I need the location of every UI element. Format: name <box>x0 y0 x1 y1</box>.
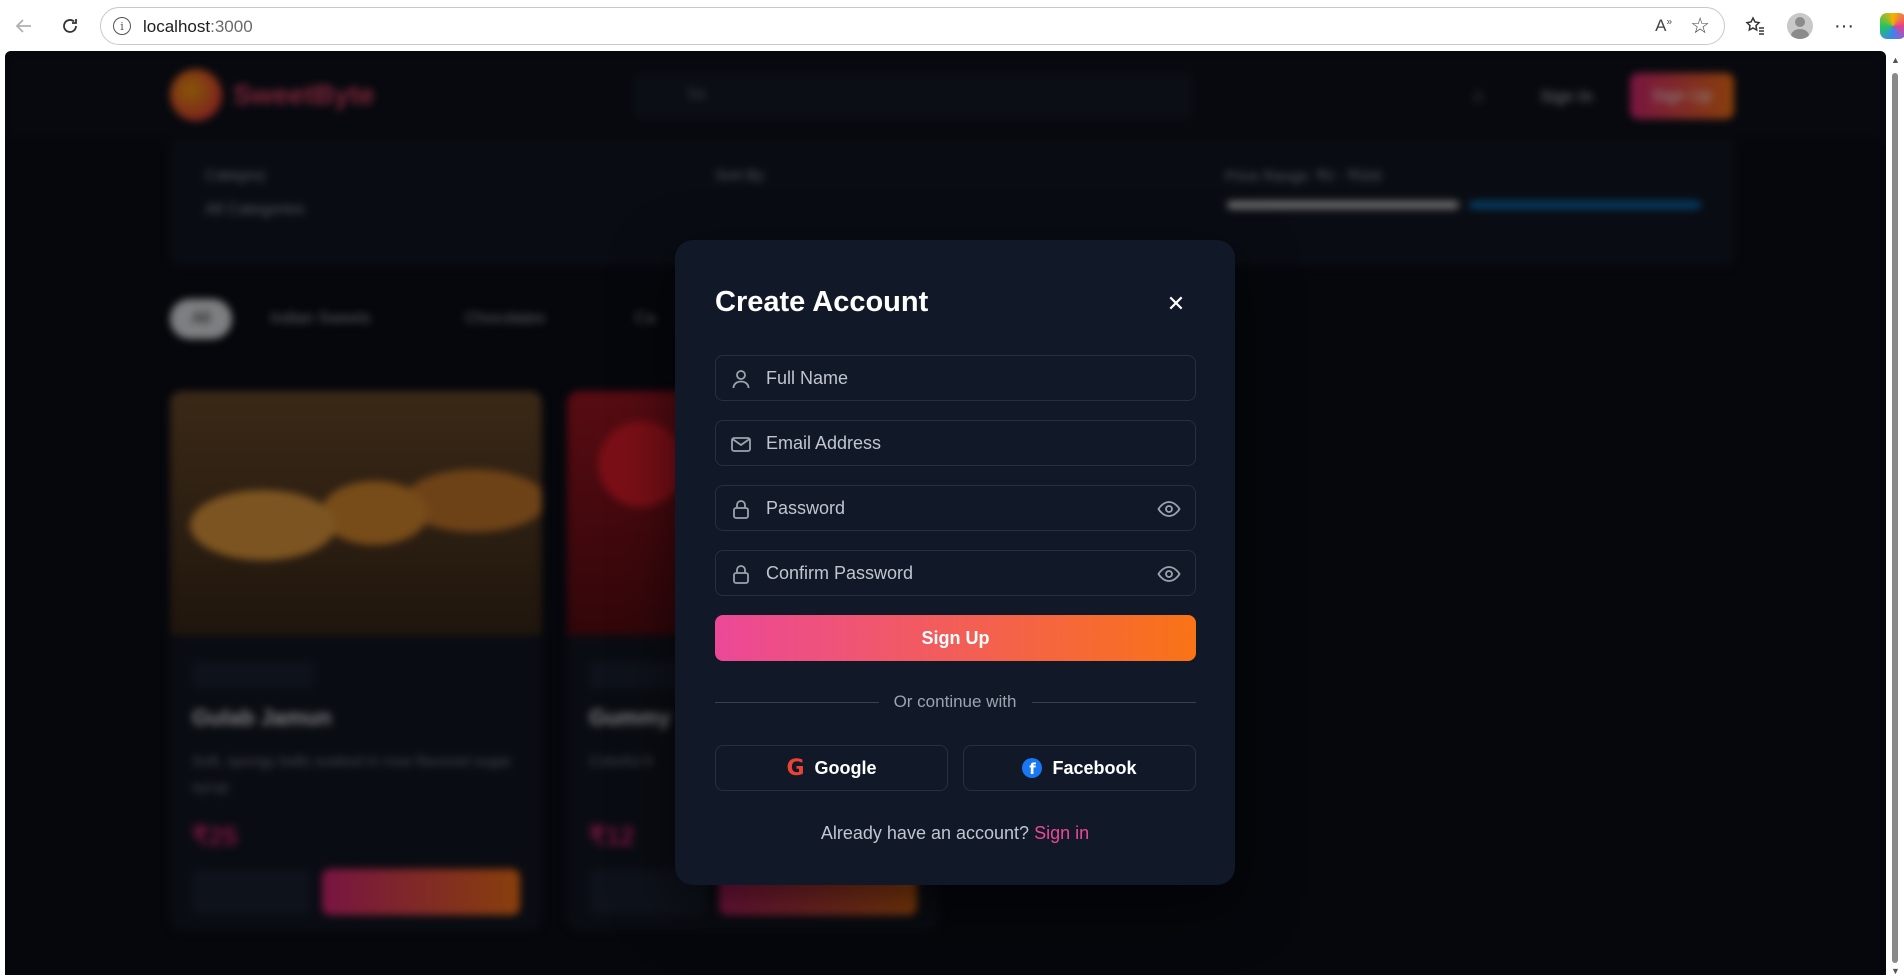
modal-title: Create Account <box>715 286 929 318</box>
favorites-icon[interactable] <box>1738 9 1772 43</box>
password-input[interactable] <box>716 486 1195 530</box>
signin-link[interactable]: Sign in <box>1034 823 1089 843</box>
more-menu-icon[interactable]: ··· <box>1827 9 1861 43</box>
page-viewport: SweetByte Se ⌂ Sign In Sign Up Category … <box>5 51 1886 975</box>
favorite-star-icon[interactable]: ☆ <box>1690 13 1710 39</box>
copilot-icon[interactable] <box>1876 9 1904 43</box>
google-label: Google <box>814 757 877 778</box>
reload-icon[interactable] <box>54 10 86 42</box>
address-bar[interactable]: i localhost:3000 A» ☆ <box>100 7 1725 45</box>
signin-prompt: Already have an account? Sign in <box>675 823 1235 844</box>
confirm-password-field[interactable] <box>715 550 1196 596</box>
full-name-input[interactable] <box>716 356 1195 400</box>
signin-prompt-text: Already have an account? <box>820 823 1030 843</box>
email-input[interactable] <box>716 421 1195 465</box>
site-info-icon[interactable]: i <box>113 17 131 35</box>
divider-text: Or continue with <box>675 692 1235 712</box>
create-account-modal: Create Account ✕ Sign Up Or continue wit… <box>675 240 1235 885</box>
email-field[interactable] <box>715 420 1196 466</box>
facebook-label: Facebook <box>1052 757 1137 778</box>
scrollbar-thumb[interactable] <box>1892 73 1898 963</box>
show-confirm-password-eye-icon[interactable] <box>1157 563 1181 585</box>
page-scrollbar[interactable]: ▲ ▼ <box>1886 51 1904 978</box>
google-icon: G <box>786 755 805 781</box>
scroll-up-arrow-icon[interactable]: ▲ <box>1891 55 1900 65</box>
facebook-icon: f <box>1022 758 1043 778</box>
facebook-signin-button[interactable]: f Facebook <box>963 745 1196 791</box>
close-icon[interactable]: ✕ <box>1162 290 1190 318</box>
confirm-password-input[interactable] <box>716 551 1195 595</box>
show-password-eye-icon[interactable] <box>1157 498 1181 520</box>
browser-toolbar: i localhost:3000 A» ☆ ··· <box>0 0 1904 51</box>
url-text[interactable]: localhost:3000 <box>143 17 253 37</box>
google-signin-button[interactable]: G Google <box>715 745 948 791</box>
scroll-down-arrow-icon[interactable]: ▼ <box>1891 966 1900 976</box>
password-field[interactable] <box>715 485 1196 531</box>
full-name-field[interactable] <box>715 355 1196 401</box>
sign-up-button[interactable]: Sign Up <box>715 615 1196 661</box>
back-icon[interactable] <box>8 10 40 42</box>
profile-avatar[interactable] <box>1783 9 1817 43</box>
read-aloud-icon[interactable]: A» <box>1655 16 1672 36</box>
